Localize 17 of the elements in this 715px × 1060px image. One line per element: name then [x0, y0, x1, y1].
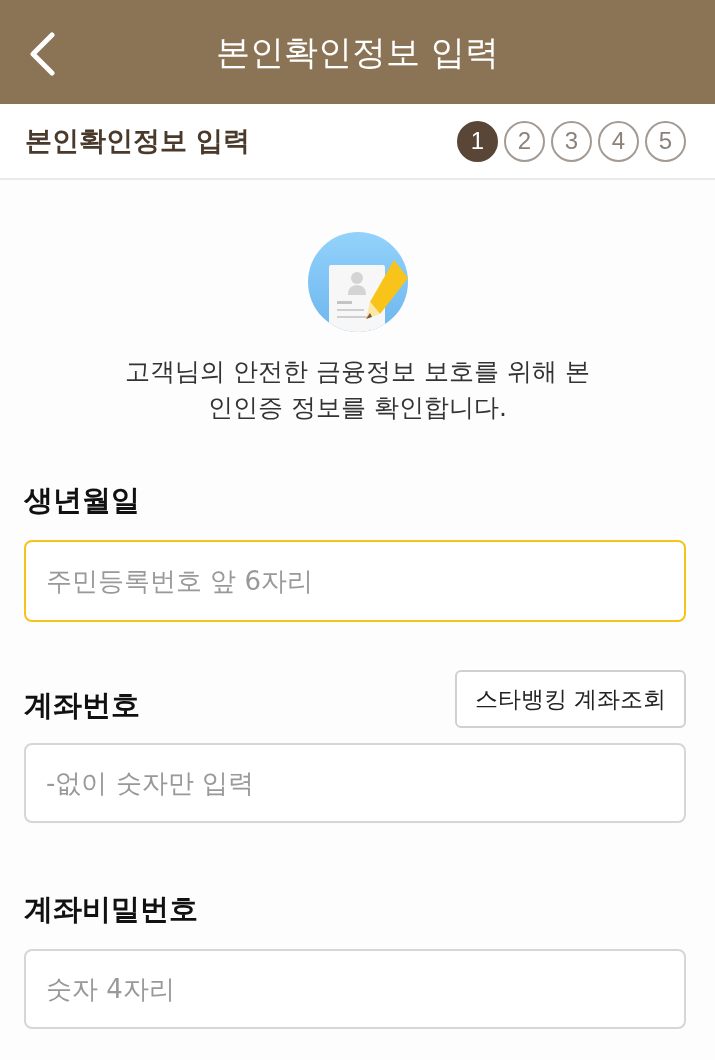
header-title: 본인확인정보 입력 [216, 31, 499, 74]
input-field[interactable]: 주민등록번호 앞 6자리 [24, 540, 686, 622]
document-pencil-icon [307, 232, 408, 332]
step-title: 본인확인정보 입력 [25, 124, 251, 158]
chevron-left-icon [28, 32, 56, 76]
field-label: 계좌비밀번호 [24, 891, 198, 928]
step-indicator: 5 [645, 120, 686, 162]
step-indicator: 3 [551, 120, 592, 162]
input-field[interactable]: -없이 숫자만 입력 [24, 743, 686, 823]
field-label: 계좌번호 [24, 687, 140, 724]
step-indicator: 1 [457, 120, 498, 162]
input-field[interactable]: 숫자 4자리 [24, 949, 686, 1029]
step-indicator: 2 [504, 120, 545, 162]
account-lookup-button[interactable]: 스타뱅킹 계좌조회 [454, 670, 686, 728]
field-label: 생년월일 [24, 482, 140, 519]
step-indicator: 4 [598, 120, 639, 162]
intro-text: 고객님의 안전한 금융정보 보호를 위해 본인인증 정보를 확인합니다. [124, 356, 591, 424]
